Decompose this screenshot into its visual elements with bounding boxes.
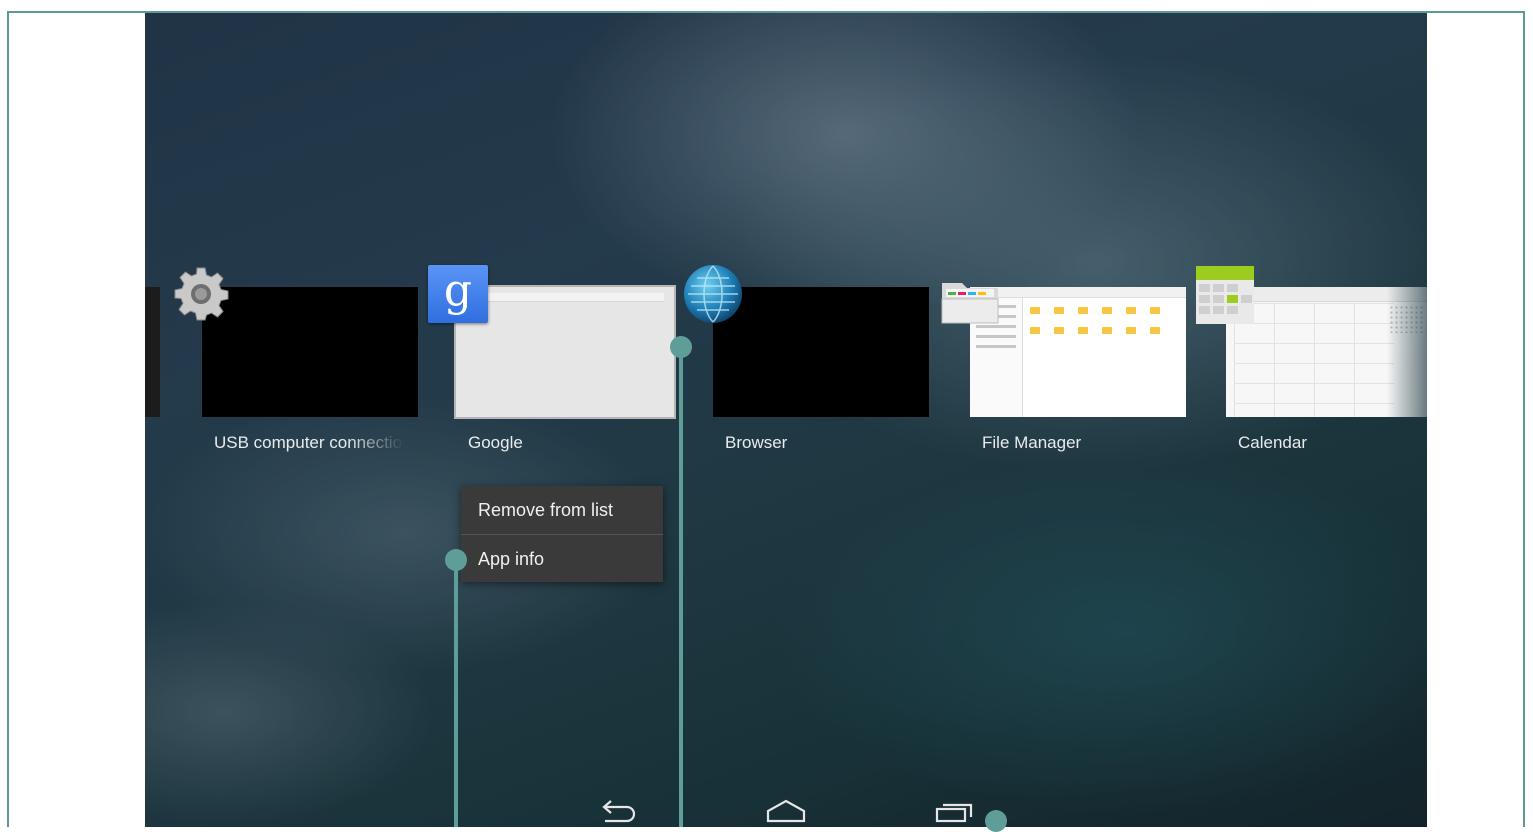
- calendar-icon[interactable]: [1195, 265, 1255, 325]
- recent-card-google[interactable]: Google: [454, 285, 676, 467]
- thumbnail-toolbar: [970, 287, 1186, 298]
- folder-icon: [1030, 307, 1040, 314]
- android-recent-apps-screen: USB computer connection Google g Browser: [145, 13, 1427, 827]
- recent-thumbnail[interactable]: [1226, 287, 1427, 417]
- recent-thumbnail[interactable]: [713, 287, 929, 417]
- folder-icon: [1078, 327, 1088, 334]
- folder-icon: [1030, 327, 1040, 334]
- folder-icon: [1078, 307, 1088, 314]
- menu-item-remove-from-list[interactable]: Remove from list: [461, 486, 663, 534]
- thumbnail-week-grid: [1234, 303, 1394, 417]
- recent-card-label: Browser: [725, 433, 788, 452]
- browser-globe-icon[interactable]: [683, 264, 743, 324]
- folder-icon: [1150, 307, 1160, 314]
- folder-icon: [1054, 307, 1064, 314]
- back-icon[interactable]: [589, 787, 649, 827]
- folder-icon: [1102, 307, 1112, 314]
- marker-dot: [985, 810, 1007, 832]
- thumbnail-mini-month: [1389, 305, 1423, 333]
- google-search-icon[interactable]: g: [428, 265, 488, 323]
- recent-card-label: Google: [468, 433, 523, 452]
- recent-card-label: File Manager: [982, 433, 1082, 452]
- folder-icon: [1150, 327, 1160, 334]
- folder-icon: [1102, 327, 1112, 334]
- recent-card-label: Calendar: [1238, 433, 1307, 452]
- recent-apps-icon[interactable]: [923, 787, 983, 827]
- context-menu: Remove from list App info: [461, 486, 663, 582]
- recent-card-browser[interactable]: Browser: [713, 287, 931, 467]
- menu-item-app-info[interactable]: App info: [461, 534, 663, 582]
- recent-thumbnail[interactable]: [202, 287, 418, 417]
- settings-gear-icon[interactable]: [171, 264, 231, 324]
- marker-line: [679, 347, 683, 827]
- recent-thumbnail[interactable]: [970, 287, 1186, 417]
- folder-icon: [1054, 327, 1064, 334]
- home-icon[interactable]: [756, 787, 816, 827]
- marker-dot: [670, 336, 692, 358]
- marker-dot: [445, 549, 467, 571]
- recent-card-file-manager[interactable]: File Manager: [970, 287, 1188, 467]
- thumbnail-header: [1226, 287, 1427, 302]
- partial-recent-card[interactable]: [145, 287, 160, 417]
- recent-card-usb[interactable]: USB computer connection: [202, 287, 420, 467]
- google-icon-letter: g: [443, 265, 473, 316]
- navigation-bar: [145, 779, 1427, 827]
- file-manager-folder-icon[interactable]: [940, 270, 1000, 330]
- recent-card-label: USB computer connection: [214, 433, 404, 452]
- recent-card-calendar[interactable]: Calendar: [1226, 287, 1427, 467]
- marker-line: [454, 560, 458, 827]
- thumbnail-search-bar: [466, 293, 664, 302]
- folder-icon: [1126, 327, 1136, 334]
- folder-icon: [1126, 307, 1136, 314]
